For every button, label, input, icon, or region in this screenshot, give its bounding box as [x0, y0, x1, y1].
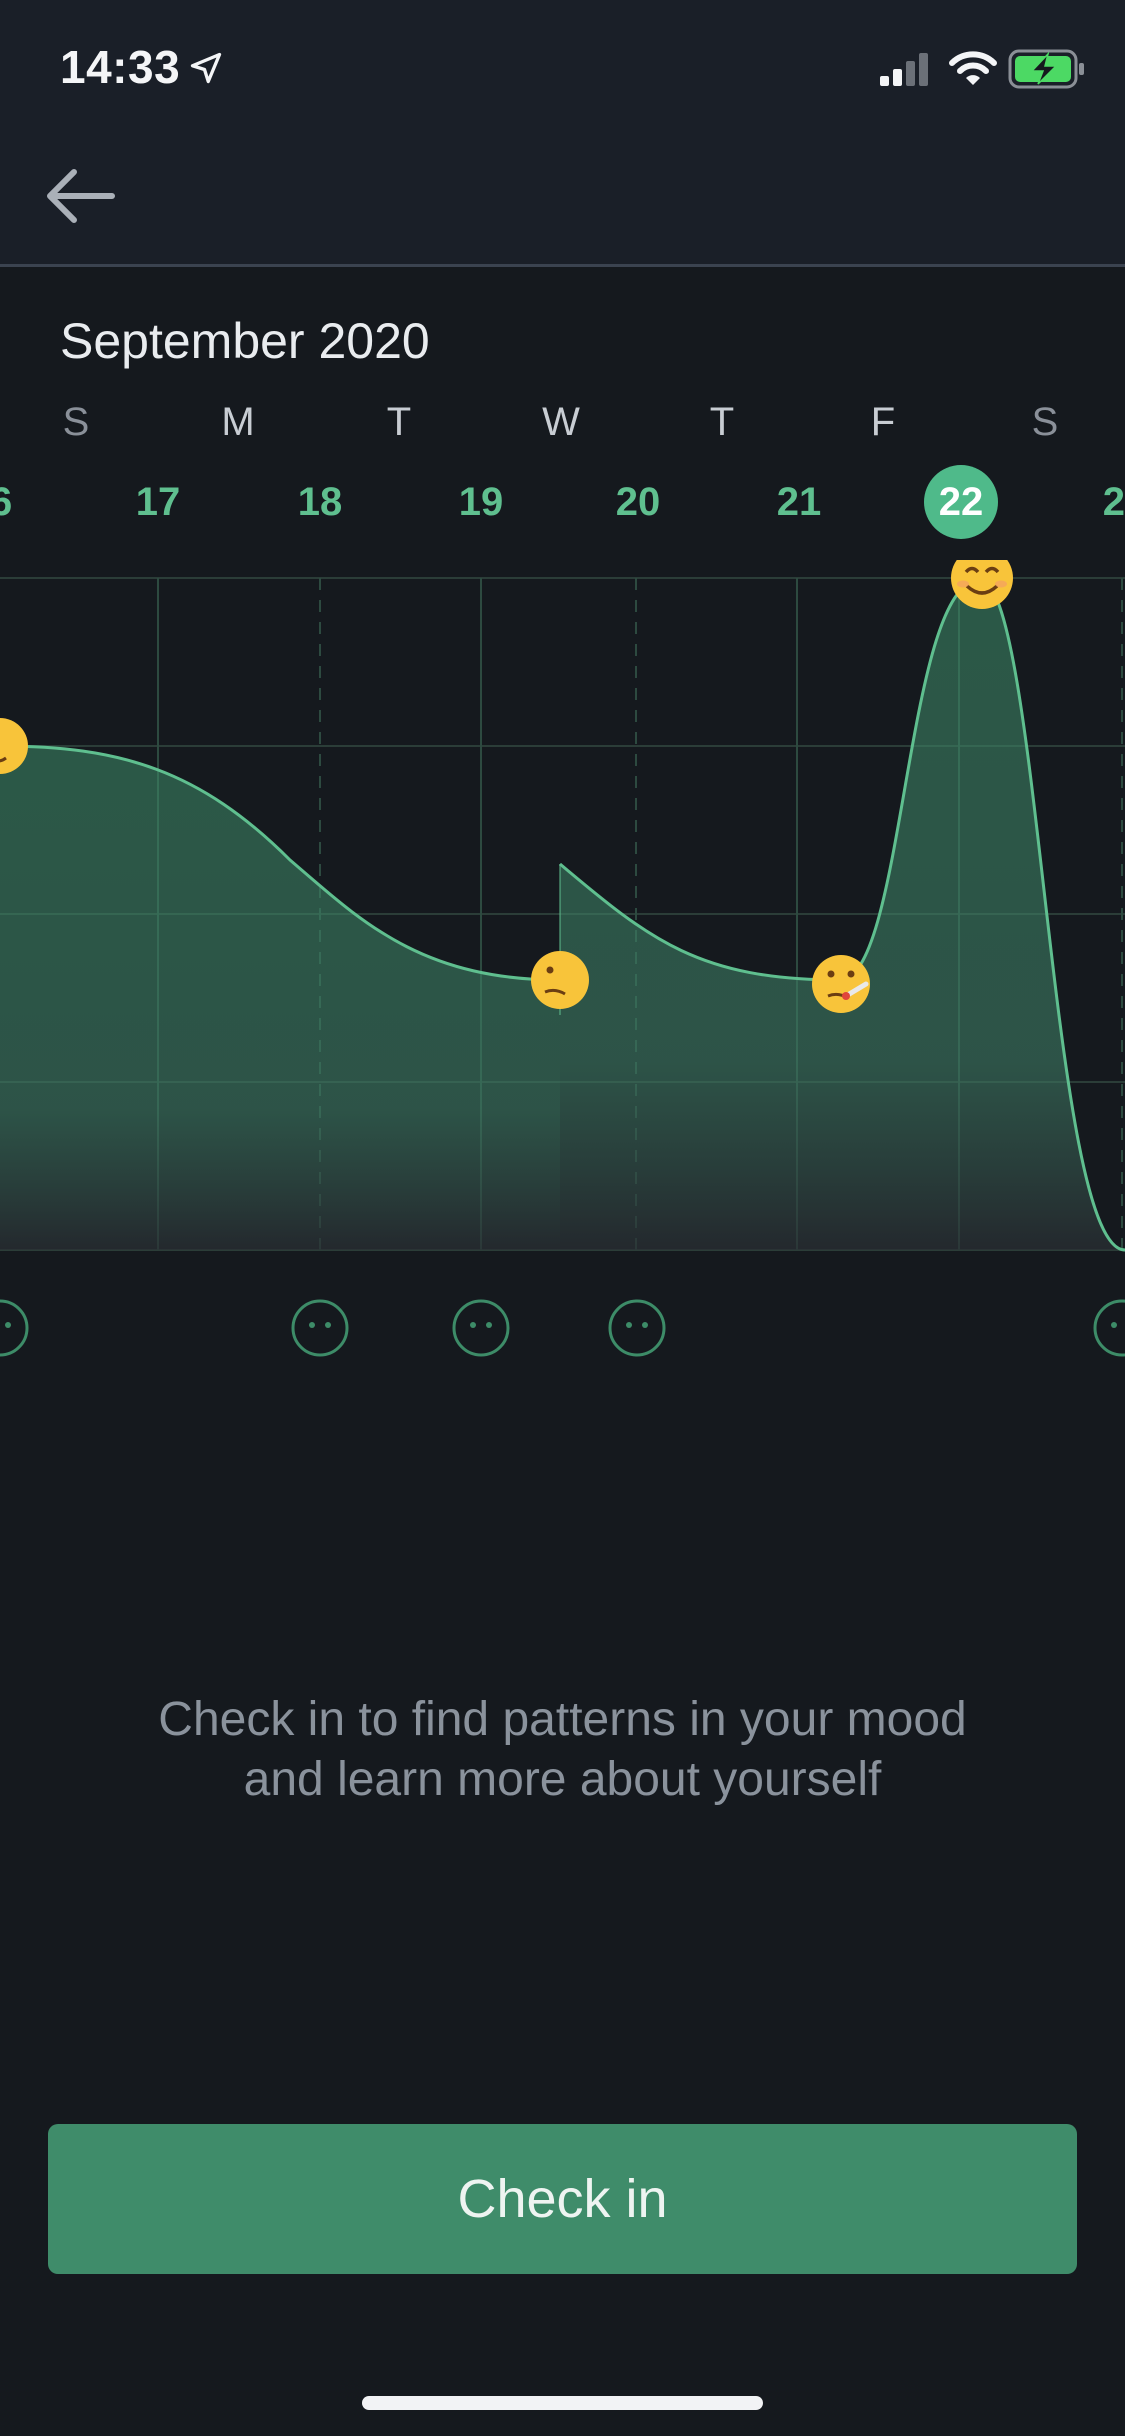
- mood-screen: 14:33 September 2020 S M T W T F S 6 17 …: [0, 0, 1125, 2436]
- empty-mood-icon[interactable]: [607, 1298, 667, 1358]
- day-20[interactable]: 20: [588, 470, 688, 534]
- check-in-prompt: Check in to find patterns in your mood a…: [60, 1690, 1065, 1810]
- day-16[interactable]: 16: [0, 470, 40, 534]
- day-23[interactable]: 23: [1075, 470, 1125, 534]
- mood-area-segment: [0, 746, 560, 1250]
- location-arrow-icon: [190, 52, 222, 84]
- header-divider: [0, 264, 1125, 267]
- empty-mood-icon[interactable]: [0, 1298, 30, 1358]
- weekday-label: W: [542, 400, 580, 444]
- day-19[interactable]: 19: [431, 470, 531, 534]
- weekday-label: T: [709, 400, 735, 444]
- battery-charging-icon: [1008, 49, 1084, 89]
- weekday-label: S: [1031, 400, 1059, 444]
- weekday-label: T: [386, 400, 412, 444]
- empty-mood-icon[interactable]: [451, 1298, 511, 1358]
- status-time: 14:33: [60, 41, 181, 93]
- thermometer-face-icon: [812, 955, 870, 1013]
- prompt-line-2: and learn more about yourself: [243, 1753, 882, 1806]
- weekday-label: S: [62, 400, 90, 444]
- check-in-button[interactable]: Check in: [48, 2124, 1077, 2274]
- day-22-selected[interactable]: 22: [924, 465, 998, 539]
- weekday-label: M: [221, 400, 255, 444]
- status-bar: 14:33: [0, 0, 1125, 130]
- empty-mood-icon[interactable]: [1092, 1298, 1125, 1358]
- month-title: September 2020: [60, 313, 430, 369]
- prompt-line-1: Check in to find patterns in your mood: [158, 1693, 967, 1746]
- back-arrow-icon[interactable]: [40, 160, 120, 232]
- wifi-icon: [949, 51, 997, 85]
- weekday-label: F: [870, 400, 896, 444]
- signal-icon: [880, 53, 928, 86]
- day-18[interactable]: 18: [270, 470, 370, 534]
- home-indicator[interactable]: [362, 2396, 763, 2410]
- empty-mood-icon[interactable]: [290, 1298, 350, 1358]
- thermometer-face-icon: [531, 951, 589, 1009]
- day-21[interactable]: 21: [749, 470, 849, 534]
- day-17[interactable]: 17: [108, 470, 208, 534]
- mood-chart: [0, 560, 1125, 1252]
